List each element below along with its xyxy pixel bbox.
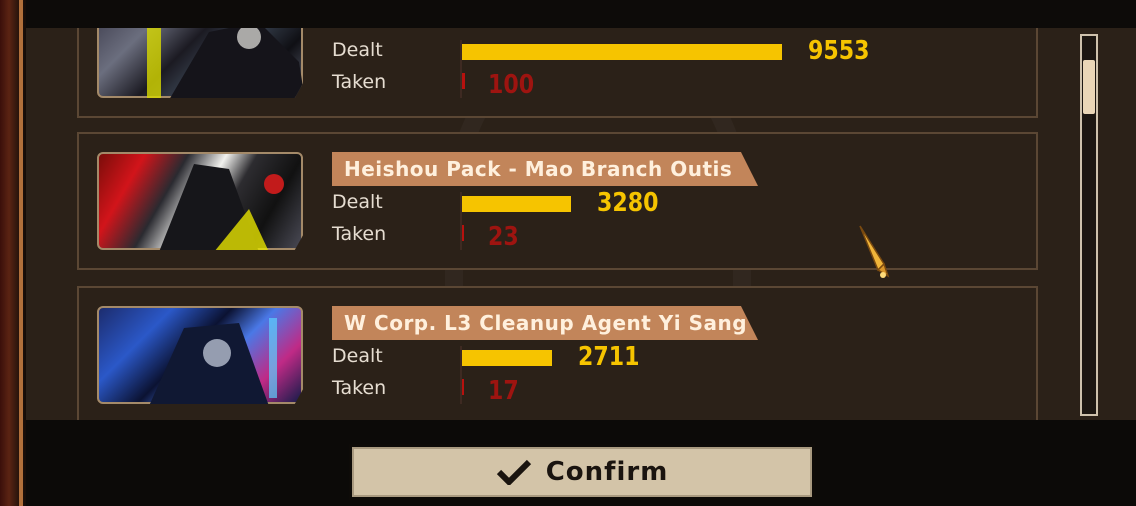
checkmark-icon [496,459,531,485]
identity-name-tag-2: Heishou Pack - Mao Branch Outis [332,152,758,186]
dealt-bar [462,44,782,60]
confirm-label: Confirm [545,457,669,487]
left-frame-edge [0,0,26,506]
identity-card-3[interactable]: W Corp. L3 Cleanup Agent Yi Sang Dealt T… [77,286,1038,432]
scrollbar[interactable] [1080,34,1098,416]
dealt-label: Dealt [332,191,383,213]
taken-bar [462,225,464,241]
confirm-button[interactable]: Confirm [349,444,815,500]
dealt-bar [462,350,552,366]
taken-bar [462,73,465,89]
dealt-value: 9553 [808,36,870,66]
taken-label: Taken [332,223,387,245]
pen-nib-cursor-icon [859,225,890,278]
dealt-bar [462,196,571,212]
portrait-image-3 [97,306,303,404]
identity-name-tag-3: W Corp. L3 Cleanup Agent Yi Sang [332,306,758,340]
scrollbar-thumb[interactable] [1083,60,1095,114]
panel-top-mask [26,0,1136,28]
taken-label: Taken [332,71,387,93]
taken-label: Taken [332,377,387,399]
identity-card-2[interactable]: Heishou Pack - Mao Branch Outis Dealt Ta… [77,132,1038,270]
taken-value: 17 [488,376,519,406]
dealt-label: Dealt [332,39,383,61]
taken-bar [462,379,464,395]
portrait-image-2 [97,152,303,250]
dealt-value: 2711 [578,342,640,372]
taken-value: 23 [488,222,519,252]
dealt-value: 3280 [597,188,659,218]
dealt-label: Dealt [332,345,383,367]
taken-value: 100 [488,70,535,100]
